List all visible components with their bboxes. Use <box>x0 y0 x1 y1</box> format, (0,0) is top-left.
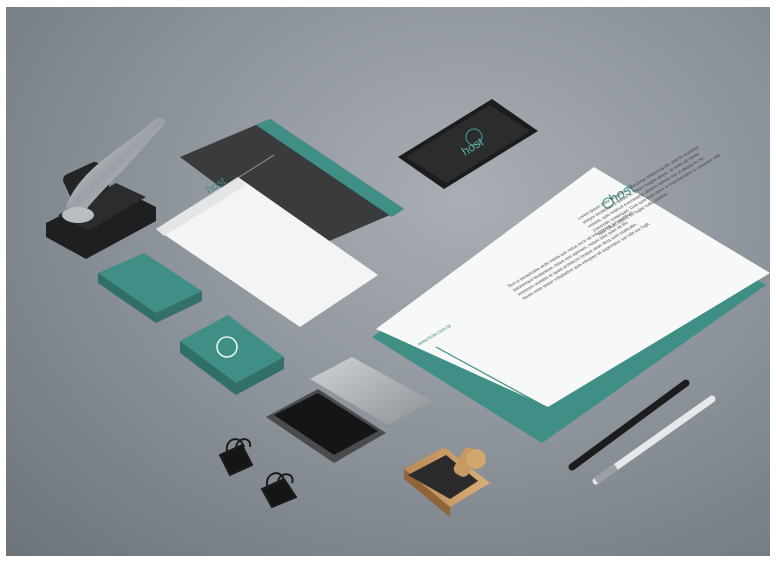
embosser-icon <box>46 117 165 259</box>
binder-clips <box>218 438 298 509</box>
rubber-stamp <box>404 447 490 517</box>
scene-illustration <box>46 99 770 517</box>
ink-pad <box>266 357 432 463</box>
stationery-mockup-photo: host host host Lorem ipsum dolor sit ame… <box>6 7 770 556</box>
